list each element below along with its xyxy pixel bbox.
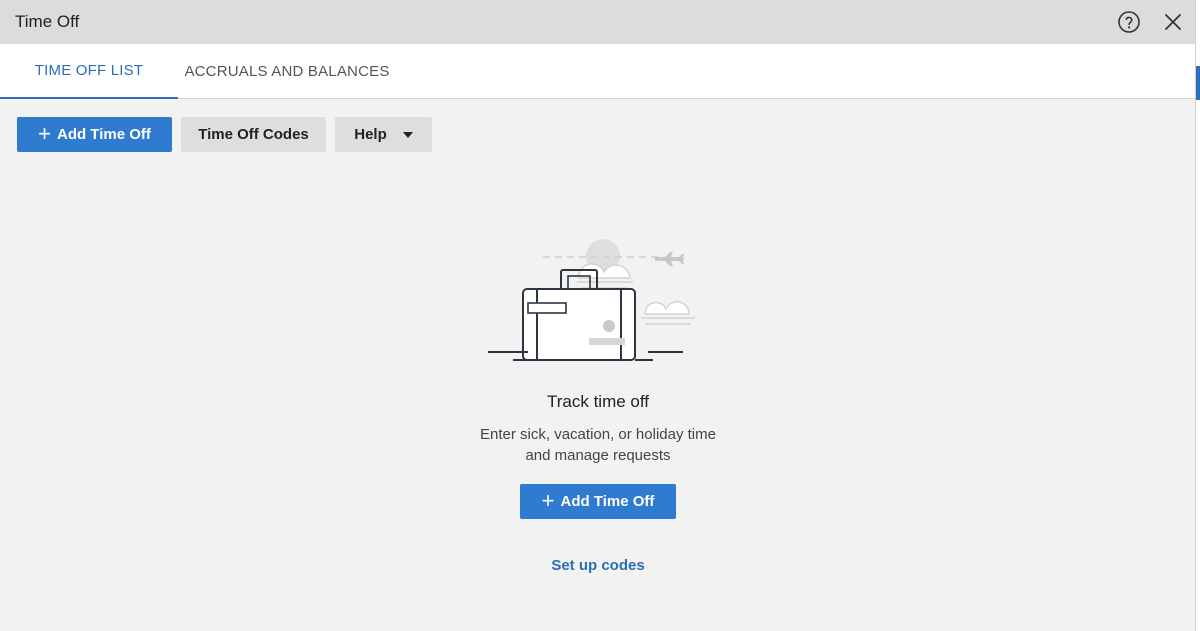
background-window-accent xyxy=(1196,66,1200,100)
close-icon[interactable] xyxy=(1151,0,1195,44)
time-off-dialog: Time Off TIME OFF LIST ACCRUALS AND BALA… xyxy=(0,0,1196,631)
help-dropdown-button[interactable]: Help xyxy=(335,117,432,152)
empty-state-description-line-1: Enter sick, vacation, or holiday time xyxy=(480,426,716,443)
tab-time-off-list[interactable]: TIME OFF LIST xyxy=(0,44,178,99)
set-up-codes-link[interactable]: Set up codes xyxy=(551,557,644,574)
background-window-edge xyxy=(1196,0,1200,631)
plus-icon: + xyxy=(38,120,51,146)
tab-bar: TIME OFF LIST ACCRUALS AND BALANCES xyxy=(0,44,1195,99)
plus-icon: + xyxy=(541,487,555,513)
empty-state-description: Enter sick, vacation, or holiday time an… xyxy=(396,424,800,466)
add-time-off-button[interactable]: + Add Time Off xyxy=(17,117,172,152)
help-label: Help xyxy=(354,126,387,143)
caret-down-icon xyxy=(402,131,413,138)
dialog-title: Time Off xyxy=(15,12,80,31)
help-icon[interactable] xyxy=(1107,0,1151,44)
empty-state: Track time off Enter sick, vacation, or … xyxy=(396,230,800,575)
time-off-codes-button[interactable]: Time Off Codes xyxy=(181,117,326,152)
titlebar-actions xyxy=(1107,0,1195,44)
empty-state-title: Track time off xyxy=(546,392,650,411)
empty-state-description-line-2: and manage requests xyxy=(525,447,671,464)
time-off-codes-label: Time Off Codes xyxy=(198,126,309,143)
empty-state-add-time-off-button[interactable]: + Add Time Off xyxy=(520,484,676,519)
dialog-titlebar: Time Off xyxy=(0,0,1195,44)
suitcase-illustration-icon xyxy=(488,239,695,361)
toolbar: + Add Time Off Time Off Codes Help xyxy=(17,117,432,152)
add-time-off-label: Add Time Off xyxy=(56,126,151,143)
empty-state-add-time-off-label: Add Time Off xyxy=(560,493,655,510)
tab-accruals-and-balances[interactable]: ACCRUALS AND BALANCES xyxy=(178,44,396,99)
